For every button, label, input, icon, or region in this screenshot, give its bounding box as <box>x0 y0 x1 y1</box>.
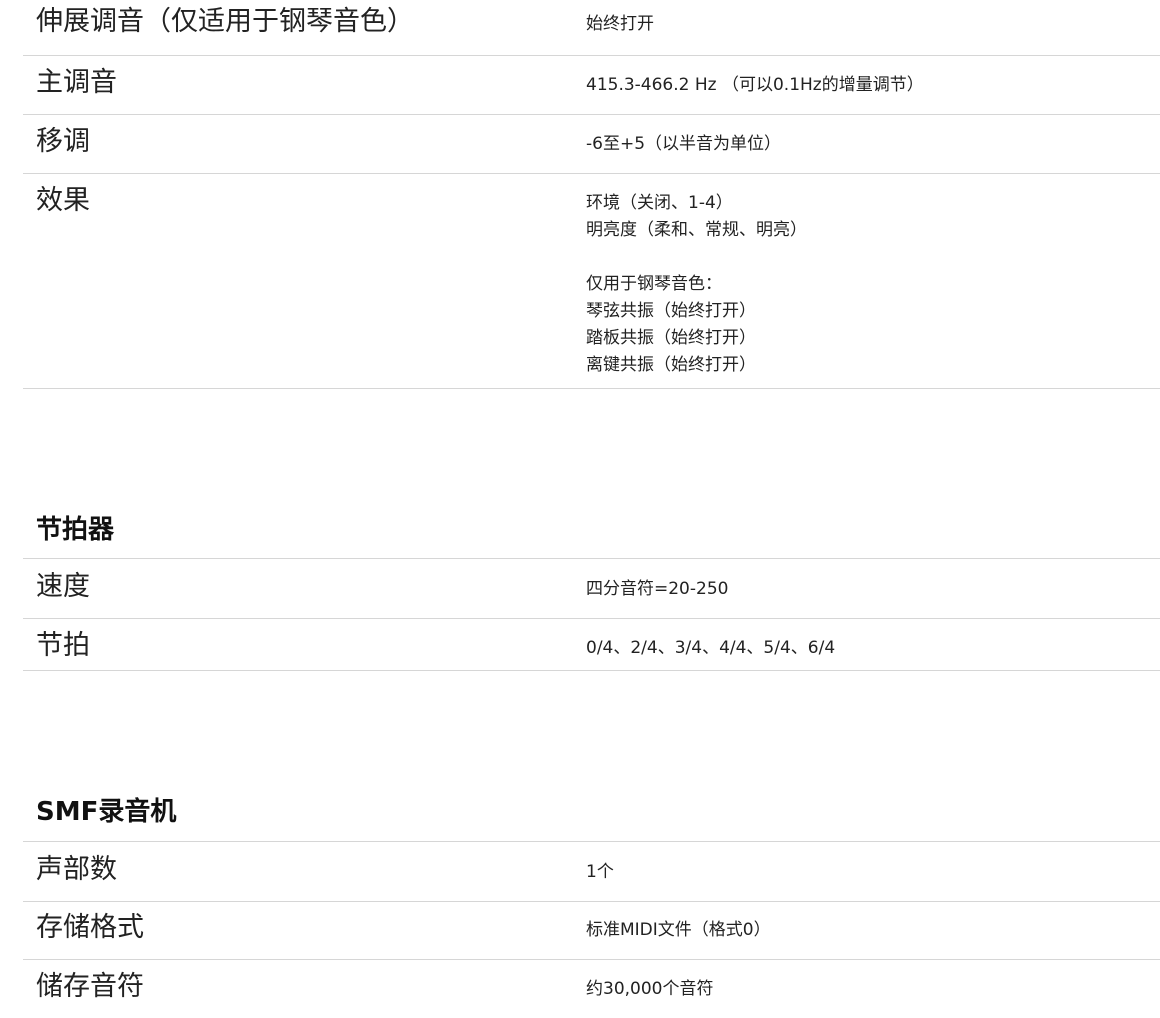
spec-row-effects: 效果 环境（关闭、1-4） 明亮度（柔和、常规、明亮） 仅用于钢琴音色： 琴弦共… <box>23 173 1160 389</box>
spec-label: 声部数 <box>36 854 117 885</box>
spec-value-line: 环境（关闭、1-4） <box>586 193 733 213</box>
spec-value-line: 四分音符=20-250 <box>586 579 729 599</box>
spec-row-tempo: 速度 四分音符=20-250 <box>23 558 1160 619</box>
spec-row-parts: 声部数 1个 <box>23 841 1160 902</box>
spec-value: 415.3-466.2 Hz （可以0.1Hz的增量调节） <box>586 72 924 99</box>
spec-value-line: -6至+5（以半音为单位） <box>586 134 782 154</box>
spec-value-line: 琴弦共振（始终打开） <box>586 301 756 321</box>
spec-value-line: 1个 <box>586 862 614 882</box>
spec-value: 0/4、2/4、3/4、4/4、5/4、6/4 <box>586 635 835 662</box>
section-heading-metronome: 节拍器 <box>36 515 115 545</box>
spec-label: 节拍 <box>36 630 90 661</box>
spec-value: 环境（关闭、1-4） 明亮度（柔和、常规、明亮） 仅用于钢琴音色： 琴弦共振（始… <box>586 190 807 379</box>
spec-row-storage-format: 存储格式 标准MIDI文件（格式0） <box>23 900 1160 960</box>
spec-row-stretch-tuning: 伸展调音（仅适用于钢琴音色） 始终打开 <box>23 0 1160 56</box>
spec-value-line: 始终打开 <box>586 14 654 34</box>
spec-row-note-capacity: 储存音符 约30,000个音符 <box>23 959 1160 1018</box>
spec-row-transpose: 移调 -6至+5（以半音为单位） <box>23 114 1160 174</box>
spec-row-beat: 节拍 0/4、2/4、3/4、4/4、5/4、6/4 <box>23 618 1160 671</box>
spec-label: 伸展调音（仅适用于钢琴音色） <box>36 6 414 37</box>
spec-label: 效果 <box>36 185 90 216</box>
spec-value-line: 踏板共振（始终打开） <box>586 328 756 348</box>
spec-value: 标准MIDI文件（格式0） <box>586 917 771 944</box>
spec-label: 速度 <box>36 571 90 602</box>
spec-row-master-tuning: 主调音 415.3-466.2 Hz （可以0.1Hz的增量调节） <box>23 55 1160 115</box>
spec-value: -6至+5（以半音为单位） <box>586 131 781 158</box>
spec-label: 存储格式 <box>36 912 144 943</box>
spec-value-line: 离键共振（始终打开） <box>586 355 756 375</box>
spec-value-line: 415.3-466.2 Hz （可以0.1Hz的增量调节） <box>586 75 924 95</box>
section-heading-smf-recorder: SMF录音机 <box>36 797 177 827</box>
spec-value-line: 仅用于钢琴音色： <box>586 274 722 294</box>
spec-value-line: 约30,000个音符 <box>586 979 714 999</box>
spec-value-line: 0/4、2/4、3/4、4/4、5/4、6/4 <box>586 638 836 658</box>
spec-value-line: 明亮度（柔和、常规、明亮） <box>586 220 807 240</box>
spec-label: 主调音 <box>36 67 117 98</box>
spec-value-line <box>586 244 807 271</box>
spec-value: 约30,000个音符 <box>586 976 713 1003</box>
spec-value: 1个 <box>586 859 614 886</box>
spec-label: 储存音符 <box>36 971 144 1002</box>
spec-label: 移调 <box>36 126 90 157</box>
spec-value-line: 标准MIDI文件（格式0） <box>586 920 771 940</box>
spec-value: 始终打开 <box>586 11 654 38</box>
spec-value: 四分音符=20-250 <box>586 576 728 603</box>
